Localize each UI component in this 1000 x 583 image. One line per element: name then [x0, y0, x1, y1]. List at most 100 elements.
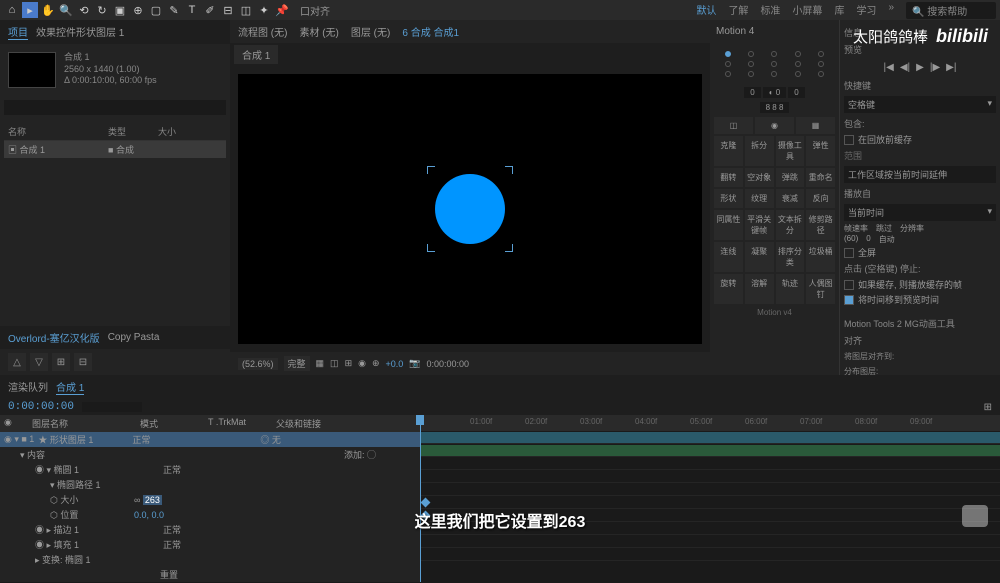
- playhead[interactable]: [420, 415, 421, 582]
- btn-flip[interactable]: 翻转: [714, 168, 743, 187]
- col-trkmat[interactable]: T .TrkMat: [208, 417, 268, 430]
- prev-frame-icon[interactable]: ◀|: [900, 62, 910, 73]
- anchor-dot[interactable]: [725, 51, 731, 57]
- zoom-level[interactable]: (52.6%): [238, 358, 278, 370]
- keyframe[interactable]: [421, 498, 431, 508]
- btn-trash[interactable]: 垃圾桶: [806, 242, 835, 272]
- btn-rename[interactable]: 重命名: [806, 168, 835, 187]
- layer-ellipse-path[interactable]: ▾ 椭圆路径 1: [0, 477, 420, 492]
- hand-tool[interactable]: ✋: [40, 2, 56, 18]
- anchor-dot[interactable]: [725, 71, 731, 77]
- col-type[interactable]: 类型: [108, 125, 158, 138]
- fullscreen-checkbox[interactable]: [844, 248, 854, 258]
- btn-trim[interactable]: 修剪路径: [806, 210, 835, 240]
- anchor-dot[interactable]: [748, 51, 754, 57]
- next-frame-icon[interactable]: |▶: [930, 62, 940, 73]
- anchor-dot[interactable]: [795, 71, 801, 77]
- track-area[interactable]: 01:00f 02:00f 03:00f 04:00f 05:00f 06:00…: [420, 415, 1000, 582]
- track-row[interactable]: [420, 548, 1000, 561]
- vc-time[interactable]: 0:00:00:00: [427, 359, 470, 369]
- btn-elastic[interactable]: 弹性: [806, 136, 835, 166]
- text-tool[interactable]: T: [184, 2, 200, 18]
- play-icon[interactable]: ▶: [916, 62, 924, 73]
- brush-tool[interactable]: ✐: [202, 2, 218, 18]
- vc-icon-3[interactable]: ⊞: [345, 358, 353, 369]
- motion-icon[interactable]: ◫: [714, 117, 753, 134]
- btn-sameprops[interactable]: 同属性: [714, 210, 743, 240]
- btn-reverse[interactable]: 反向: [806, 189, 835, 208]
- rotate-tool[interactable]: ↻: [94, 2, 110, 18]
- menu-more[interactable]: »: [888, 2, 894, 19]
- btn-texture[interactable]: 纹理: [745, 189, 774, 208]
- time-ruler[interactable]: 01:00f 02:00f 03:00f 04:00f 05:00f 06:00…: [420, 415, 1000, 431]
- anchor-dot[interactable]: [771, 71, 777, 77]
- layer-stroke[interactable]: ◉ ▸ 描边 1 正常: [0, 522, 420, 537]
- anchor-dot[interactable]: [795, 61, 801, 67]
- snapshot-icon[interactable]: 📷: [409, 358, 420, 369]
- orbit-tool[interactable]: ⟲: [76, 2, 92, 18]
- shape-tool[interactable]: ▢: [148, 2, 164, 18]
- layer-bar[interactable]: [420, 432, 1000, 443]
- col-source[interactable]: 图层名称: [32, 417, 132, 430]
- res-val[interactable]: 自动: [879, 234, 895, 245]
- timeline-icon[interactable]: ⊞: [984, 402, 992, 413]
- vc-icon-2[interactable]: ◫: [330, 358, 339, 369]
- tab-footage[interactable]: 素材 (无): [299, 24, 338, 39]
- btn-condense[interactable]: 凝聚: [745, 242, 774, 272]
- workspace-learn[interactable]: 了解: [728, 2, 748, 19]
- tab-flowchart[interactable]: 流程图 (无): [238, 24, 287, 39]
- help-search[interactable]: 🔍 搜索帮助: [906, 2, 996, 19]
- tab-copypasta[interactable]: Copy Pasta: [108, 332, 160, 343]
- track-row[interactable]: [420, 535, 1000, 548]
- btn-null[interactable]: 空对象: [745, 168, 774, 187]
- track-row[interactable]: [420, 470, 1000, 483]
- track-row[interactable]: [420, 483, 1000, 496]
- roto-tool[interactable]: ✦: [256, 2, 272, 18]
- btn-trail[interactable]: 轨迹: [776, 274, 805, 304]
- anchor-dot[interactable]: [725, 61, 731, 67]
- pan-behind-tool[interactable]: ⊕: [130, 2, 146, 18]
- layer-shape[interactable]: ◉ ▾ ■ 1 ★ 形状图层 1 正常 ◎ 无: [0, 432, 420, 447]
- workspace-default[interactable]: 默认: [696, 2, 716, 19]
- size-input[interactable]: 263: [143, 495, 162, 505]
- layer-ellipse[interactable]: ◉ ▾ 椭圆 1 正常: [0, 462, 420, 477]
- eraser-tool[interactable]: ◫: [238, 2, 254, 18]
- layer-bar[interactable]: [420, 445, 1000, 456]
- col-mode[interactable]: 模式: [140, 417, 200, 430]
- tab-effects[interactable]: 效果控件形状图层 1: [36, 24, 124, 40]
- workspace-study[interactable]: 学习: [856, 2, 876, 19]
- tool-2[interactable]: ▽: [30, 353, 48, 371]
- layer-transform[interactable]: ▸ 变换: 椭圆 1: [0, 552, 420, 567]
- track-row[interactable]: [420, 431, 1000, 444]
- anchor-dot[interactable]: [771, 51, 777, 57]
- clone-tool[interactable]: ⊟: [220, 2, 236, 18]
- snap-toggle[interactable]: 口对齐: [300, 3, 330, 18]
- motion-icon[interactable]: ◉: [755, 117, 794, 134]
- tab-project[interactable]: 项目: [8, 24, 28, 40]
- puppet-tool[interactable]: 📌: [274, 2, 290, 18]
- vc-icon-1[interactable]: ▦: [316, 358, 325, 369]
- layer-content[interactable]: ▾ 内容 添加: ◯: [0, 447, 420, 462]
- timeline-search[interactable]: [82, 402, 142, 412]
- val-right[interactable]: 0: [788, 87, 804, 98]
- vc-icon-4[interactable]: ◉: [358, 358, 366, 369]
- viewport[interactable]: [238, 74, 702, 344]
- workspace-standard[interactable]: 标准: [760, 2, 780, 19]
- selection-tool[interactable]: ▸: [22, 2, 38, 18]
- project-item[interactable]: ▣ 合成 1 ■ 合成: [4, 141, 226, 158]
- btn-decay[interactable]: 衰减: [776, 189, 805, 208]
- col-name[interactable]: 名称: [8, 125, 108, 138]
- btn-sort[interactable]: 排序分类: [776, 242, 805, 272]
- anchor-dot[interactable]: [818, 61, 824, 67]
- track-row[interactable]: [420, 457, 1000, 470]
- cache-checkbox[interactable]: [844, 135, 854, 145]
- zoom-tool[interactable]: 🔍: [58, 2, 74, 18]
- shortcut-dropdown[interactable]: 空格键▾: [844, 96, 996, 113]
- btn-clone[interactable]: 克隆: [714, 136, 743, 166]
- prop-position[interactable]: ⬡ 位置 0.0, 0.0: [0, 507, 420, 522]
- anchor-dot[interactable]: [748, 71, 754, 77]
- project-search[interactable]: [4, 100, 226, 115]
- comp-tab[interactable]: 合成 1: [234, 45, 278, 64]
- btn-textsplit[interactable]: 文本拆分: [776, 210, 805, 240]
- first-frame-icon[interactable]: |◀: [884, 62, 894, 73]
